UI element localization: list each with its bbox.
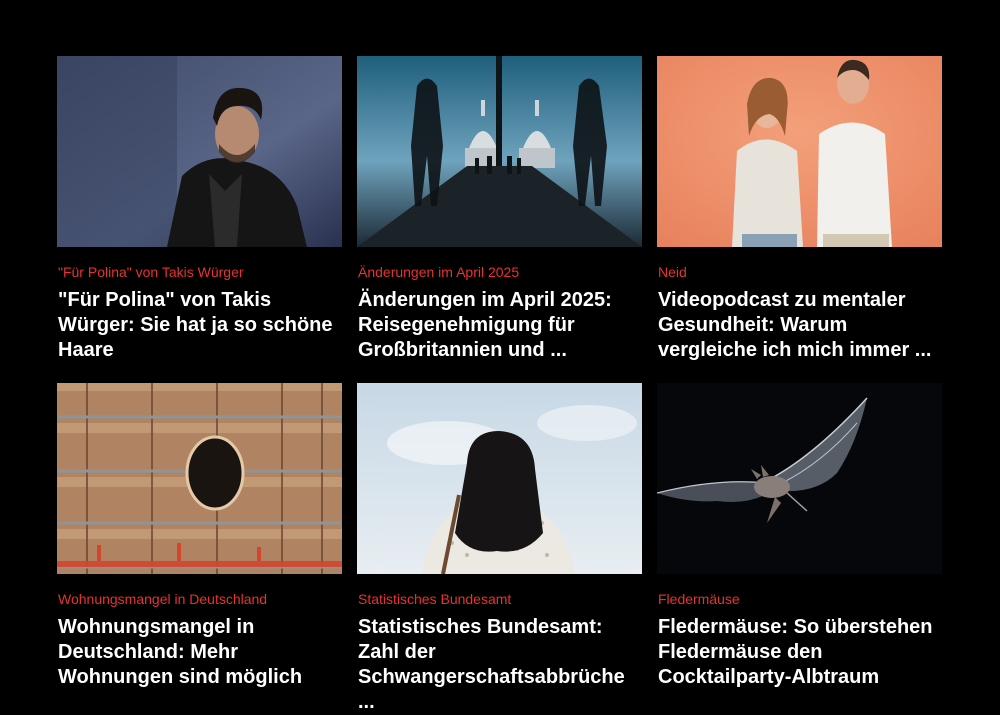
- article-image-podcast[interactable]: [657, 56, 942, 247]
- article-headline[interactable]: "Für Polina" von Takis Würger: Sie hat j…: [58, 288, 342, 363]
- article-card[interactable]: Neid Videopodcast zu mentaler Gesundheit…: [657, 56, 942, 383]
- article-image-scaffolding[interactable]: [57, 383, 342, 574]
- article-card[interactable]: "Für Polina" von Takis Würger "Für Polin…: [57, 56, 342, 383]
- portrait-image: [57, 56, 342, 247]
- article-card[interactable]: Fledermäuse Fledermäuse: So überstehen F…: [657, 383, 942, 710]
- article-image-bridge[interactable]: [357, 56, 642, 247]
- article-kicker[interactable]: Statistisches Bundesamt: [358, 591, 642, 608]
- scaffolding-image: [57, 383, 342, 574]
- bridge-image: [357, 56, 642, 247]
- article-card[interactable]: Wohnungsmangel in Deutschland Wohnungsma…: [57, 383, 342, 710]
- article-headline[interactable]: Fledermäuse: So überstehen Fledermäuse d…: [658, 615, 942, 690]
- article-kicker[interactable]: Änderungen im April 2025: [358, 264, 642, 281]
- article-headline[interactable]: Änderungen im April 2025: Reisegenehmigu…: [358, 288, 642, 363]
- article-kicker[interactable]: Wohnungsmangel in Deutschland: [58, 591, 342, 608]
- article-card[interactable]: Änderungen im April 2025 Änderungen im A…: [357, 56, 642, 383]
- article-grid: "Für Polina" von Takis Würger "Für Polin…: [57, 56, 942, 713]
- article-image-bat[interactable]: [657, 383, 942, 574]
- article-kicker[interactable]: Fledermäuse: [658, 591, 942, 608]
- article-card[interactable]: Statistisches Bundesamt Statistisches Bu…: [357, 383, 642, 713]
- article-image-woman[interactable]: [357, 383, 642, 574]
- article-kicker[interactable]: "Für Polina" von Takis Würger: [58, 264, 342, 281]
- article-kicker[interactable]: Neid: [658, 264, 942, 281]
- article-headline[interactable]: Statistisches Bundesamt: Zahl der Schwan…: [358, 615, 642, 715]
- woman-from-behind-image: [357, 383, 642, 574]
- podcast-hosts-image: [657, 56, 942, 247]
- article-headline[interactable]: Wohnungsmangel in Deutschland: Mehr Wohn…: [58, 615, 342, 690]
- bat-image: [657, 383, 942, 574]
- article-headline[interactable]: Videopodcast zu mentaler Gesundheit: War…: [658, 288, 942, 363]
- article-image-portrait[interactable]: [57, 56, 342, 247]
